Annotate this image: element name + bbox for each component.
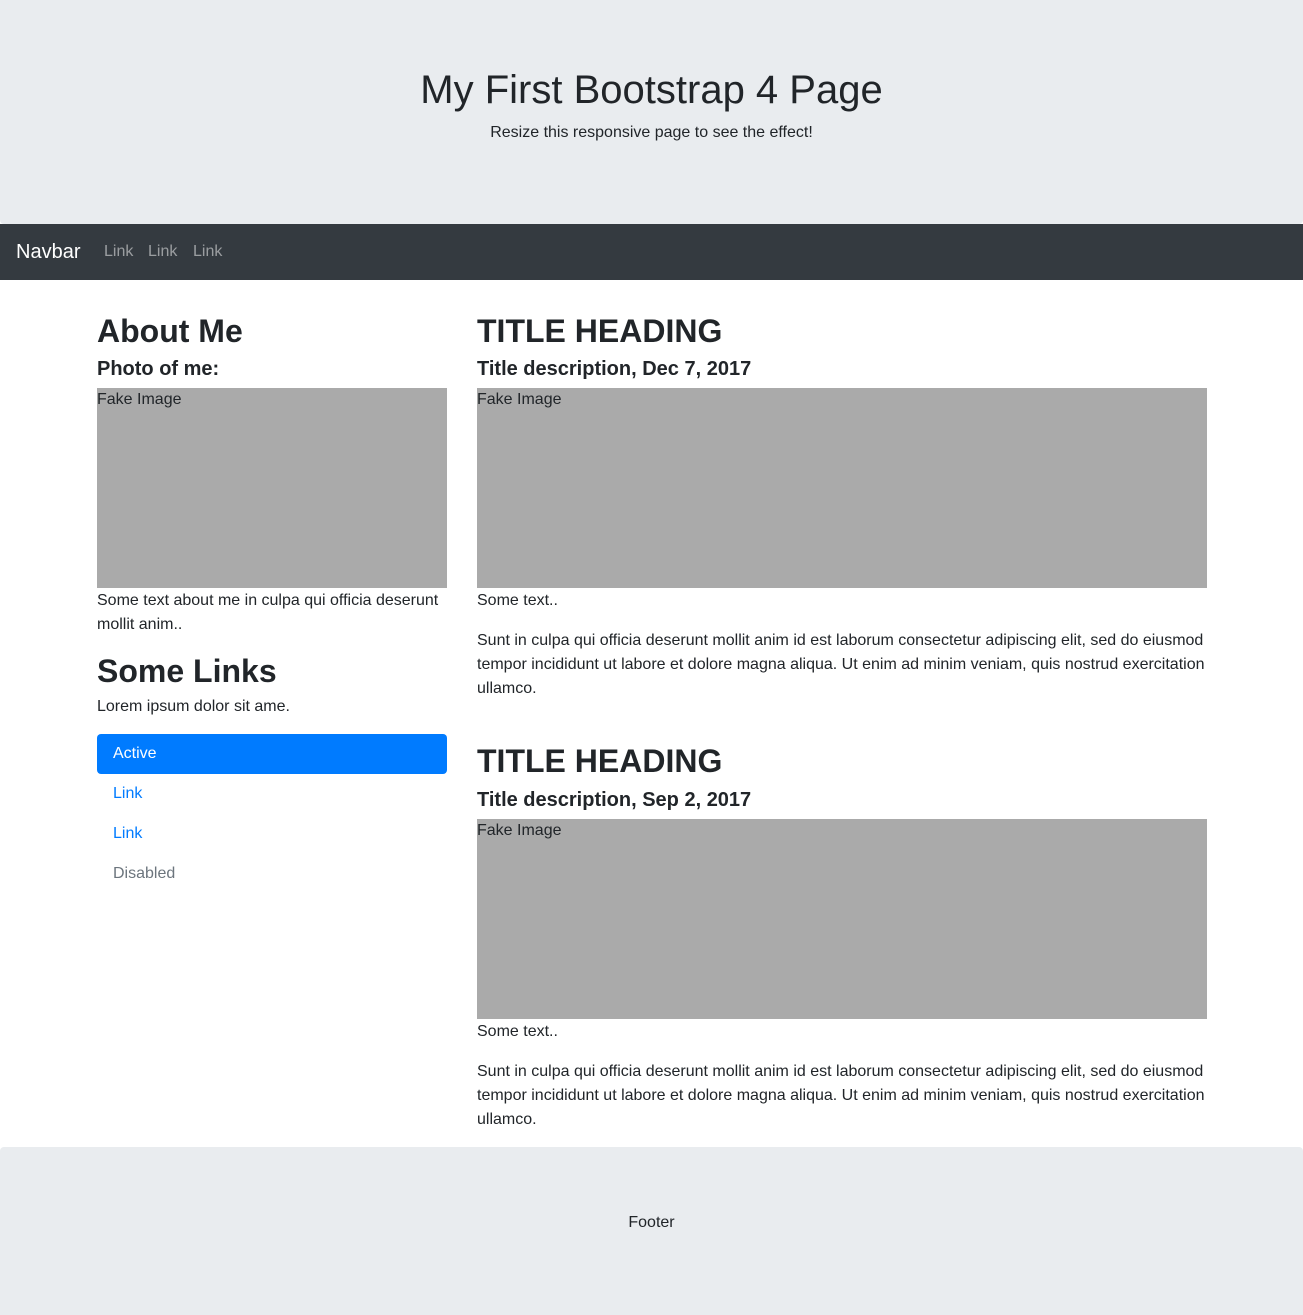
navbar: Navbar Link Link Link [0,224,1303,280]
image-placeholder-label: Fake Image [97,391,182,408]
post-body: Sunt in culpa qui officia deserunt molli… [477,1063,1205,1128]
footer: Footer [0,1147,1303,1315]
navbar-link-3[interactable]: Link [193,241,222,263]
profile-image-placeholder: Fake Image [97,388,447,588]
nav-pill-active[interactable]: Active [97,734,447,774]
image-placeholder-label: Fake Image [477,391,562,408]
nav-pill-link-1[interactable]: Link [97,774,447,814]
footer-text: Footer [628,1214,675,1231]
post-short-text: Some text.. [477,592,558,609]
about-text: Some text about me in culpa qui officia … [97,592,439,633]
post-description: Title description, Dec 7, 2017 [477,358,752,380]
links-text: Lorem ipsum dolor sit ame. [97,698,290,715]
nav-pill-link-2[interactable]: Link [97,814,447,854]
post-body: Sunt in culpa qui officia deserunt molli… [477,632,1205,697]
navbar-brand[interactable]: Navbar [16,239,80,265]
about-heading: About Me [97,313,243,349]
image-placeholder-label: Fake Image [477,822,562,839]
post-short-text: Some text.. [477,1023,558,1040]
post-title: TITLE HEADING [477,313,723,349]
post-title: TITLE HEADING [477,743,723,779]
photo-heading: Photo of me: [97,358,220,380]
page-header: My First Bootstrap 4 Page Resize this re… [0,0,1303,224]
navbar-link-2[interactable]: Link [148,241,177,263]
links-heading: Some Links [97,653,277,689]
post-image-placeholder: Fake Image [477,388,1207,588]
page-title: My First Bootstrap 4 Page [420,68,883,112]
navbar-link-1[interactable]: Link [104,241,133,263]
post-image-placeholder: Fake Image [477,819,1207,1019]
post-description: Title description, Sep 2, 2017 [477,789,752,811]
page-subtitle: Resize this responsive page to see the e… [490,124,813,141]
nav-pill-disabled: Disabled [113,865,176,882]
